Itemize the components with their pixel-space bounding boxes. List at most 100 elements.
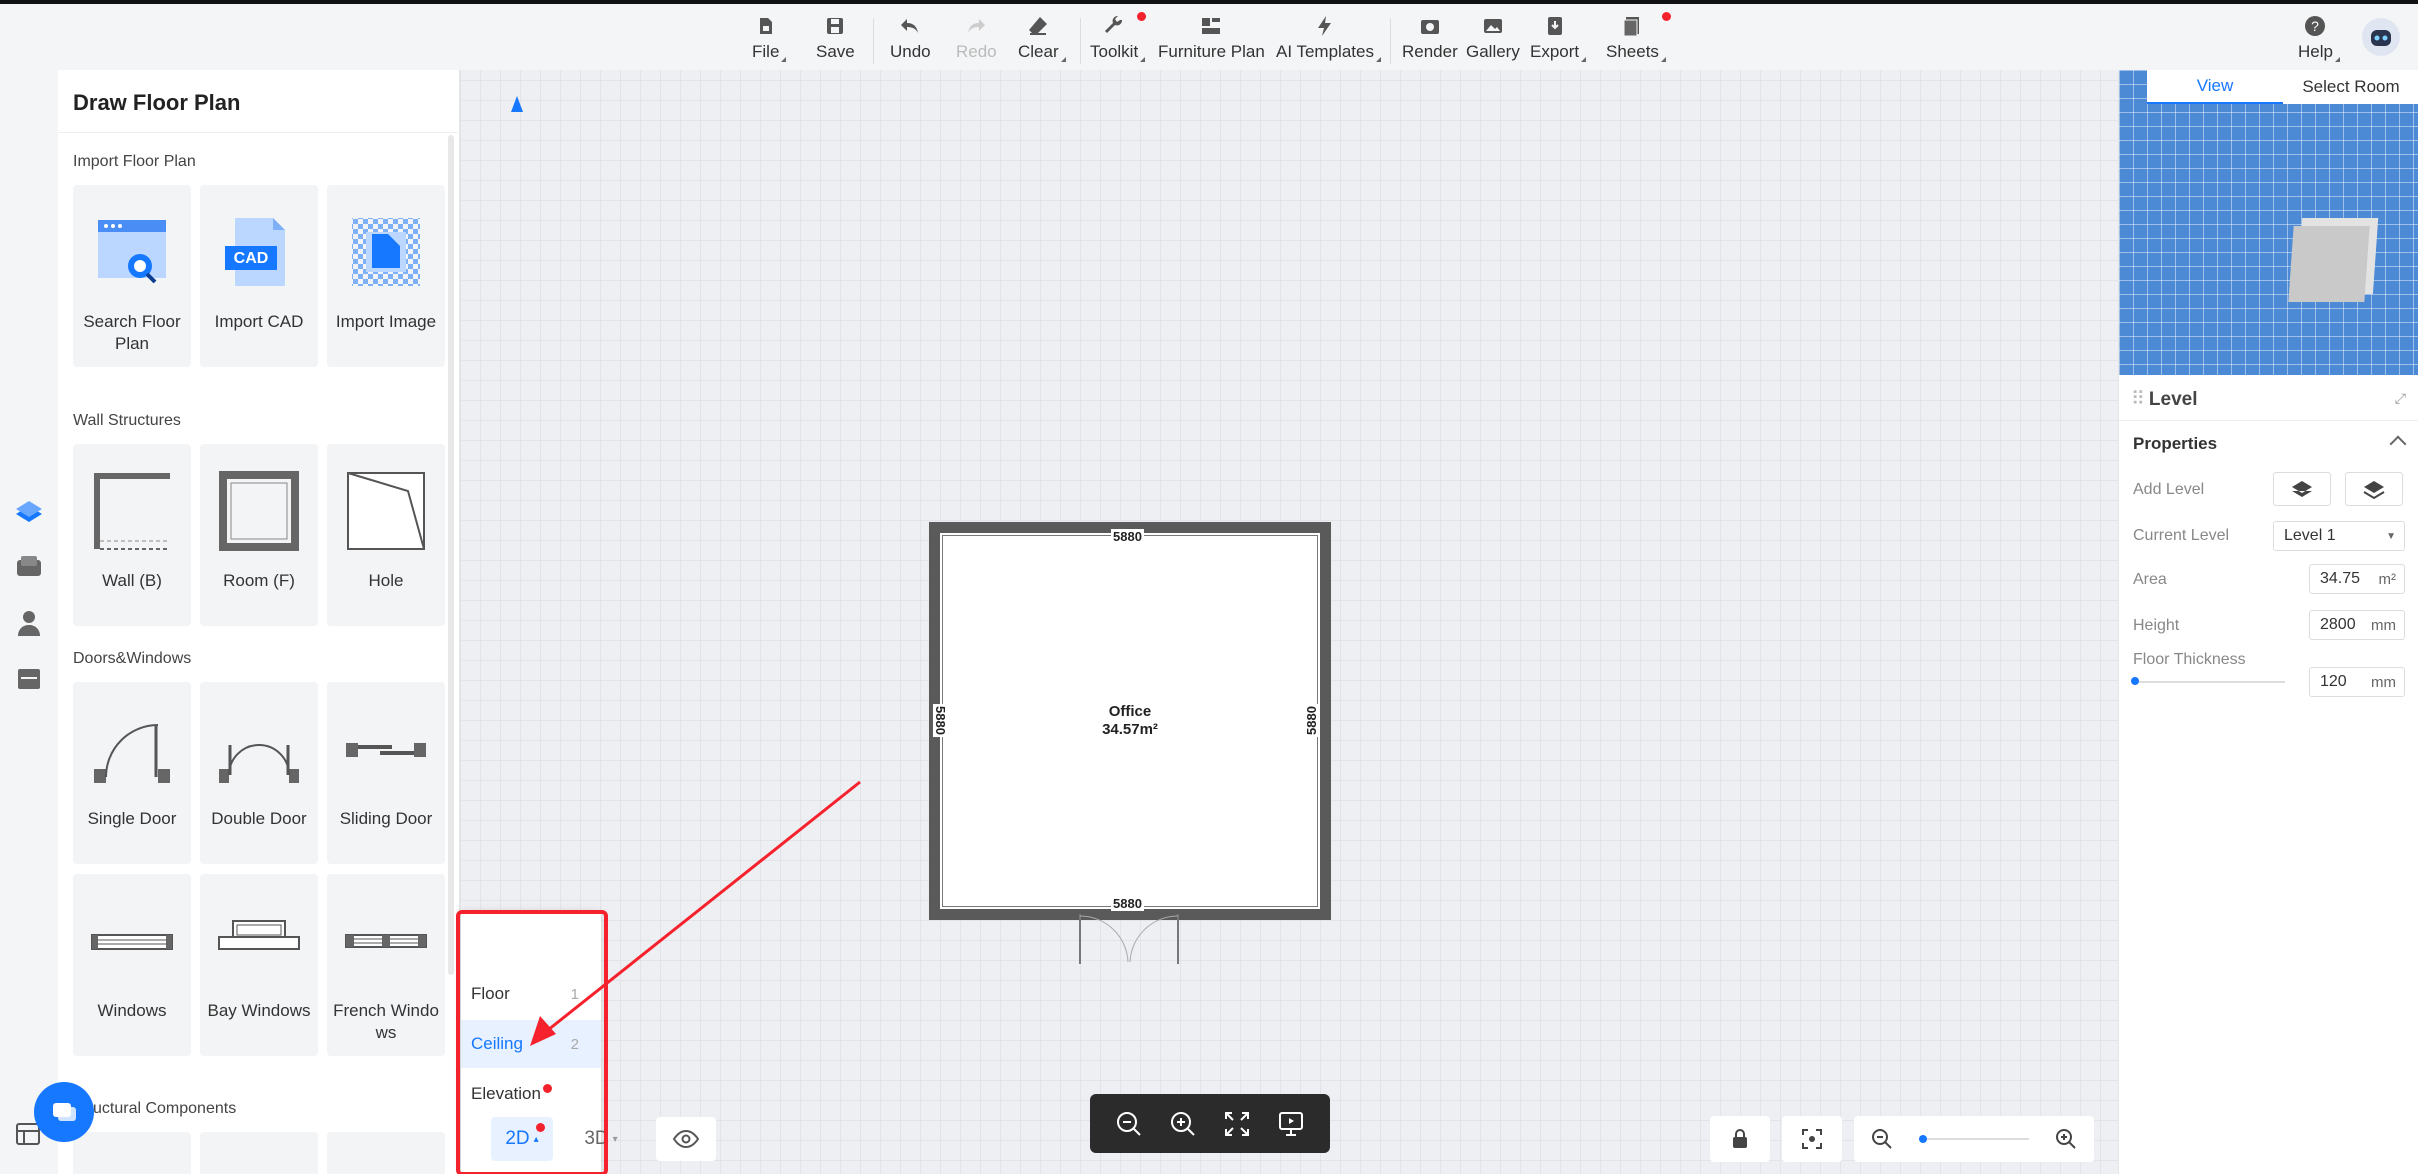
height-value: 2800 xyxy=(2320,616,2356,633)
import-image-card[interactable]: Import Image xyxy=(327,185,445,367)
add-level-above-icon xyxy=(2292,481,2312,497)
save-icon xyxy=(827,18,844,34)
undo-icon xyxy=(901,19,919,33)
view-mode-bar: 2D ▴ 3D ▾ xyxy=(461,1116,716,1162)
popup-item-ceiling[interactable]: Ceiling 2 xyxy=(461,1020,601,1068)
sheets-button[interactable]: Sheets xyxy=(1606,12,1671,62)
save-button[interactable]: Save xyxy=(816,14,855,62)
add-level-below-icon xyxy=(2363,481,2385,500)
hole-card[interactable]: Hole xyxy=(327,444,445,626)
gallery-label: Gallery xyxy=(1466,42,1520,61)
search-floor-plan-card[interactable]: Search Floor Plan xyxy=(73,185,191,367)
robot-avatar-icon xyxy=(2371,30,2391,46)
sliding-door-card[interactable]: Sliding Door xyxy=(327,682,445,864)
zoom-out-small-icon[interactable] xyxy=(1870,1127,1894,1151)
bay-window-icon xyxy=(218,920,300,950)
room-office[interactable]: 5880 5880 5880 5880 Office 34.57m² xyxy=(929,522,1331,920)
expand-icon[interactable]: ⤢ xyxy=(2395,390,2406,407)
tab-select-room[interactable]: Select Room xyxy=(2283,70,2418,104)
floor-thickness-label: Floor Thickness xyxy=(2133,651,2246,668)
render-label: Render xyxy=(1402,42,1458,61)
mode-2d-button[interactable]: 2D ▴ xyxy=(491,1117,553,1161)
chat-bubble-icon xyxy=(53,1103,76,1121)
zoom-slider-handle[interactable] xyxy=(1919,1135,1927,1143)
avatar[interactable] xyxy=(2362,18,2400,56)
toolkit-button[interactable]: Toolkit xyxy=(1090,12,1147,62)
floor-plan-tool-icon[interactable] xyxy=(12,494,46,528)
bay-windows-card[interactable]: Bay Windows xyxy=(200,874,318,1056)
popup-elevation-label: Elevation xyxy=(471,1084,541,1103)
chat-support-button[interactable] xyxy=(34,1082,94,1142)
left-icon-rail xyxy=(0,70,58,1174)
room-card[interactable]: Room (F) xyxy=(200,444,318,626)
zoom-out-icon[interactable] xyxy=(1114,1109,1144,1139)
double-door-card[interactable]: Double Door xyxy=(200,682,318,864)
zoom-in-icon[interactable] xyxy=(1168,1109,1198,1139)
wall-card[interactable]: Wall (B) xyxy=(73,444,191,626)
add-level-below-button[interactable] xyxy=(2345,472,2403,506)
help-button[interactable]: ? Help xyxy=(2298,14,2340,62)
gallery-button[interactable]: Gallery xyxy=(1466,14,1520,62)
undo-button[interactable]: Undo xyxy=(890,14,931,62)
furniture-plan-label: Furniture Plan xyxy=(1158,42,1265,61)
presentation-icon[interactable] xyxy=(1276,1109,1306,1139)
file-icon xyxy=(759,18,772,34)
export-button[interactable]: Export xyxy=(1530,14,1587,62)
zoom-slider[interactable] xyxy=(1919,1135,2029,1143)
slider-handle[interactable] xyxy=(2131,677,2139,685)
bay-windows-label: Bay Windows xyxy=(207,1001,311,1020)
furniture-sofa-icon[interactable] xyxy=(12,550,46,584)
render-button[interactable]: Render xyxy=(1402,14,1458,62)
tab-view[interactable]: View xyxy=(2147,70,2283,104)
clear-button[interactable]: Clear xyxy=(1018,14,1066,62)
current-level-select[interactable]: Level 1 ▼ xyxy=(2273,521,2405,551)
furniture-plan-icon xyxy=(1202,18,1221,34)
single-door-card[interactable]: Single Door xyxy=(73,682,191,864)
person-icon[interactable] xyxy=(12,606,46,640)
redo-button[interactable]: Redo xyxy=(956,14,997,62)
zoom-in-small-icon[interactable] xyxy=(2054,1127,2078,1151)
structural-card-2[interactable] xyxy=(200,1132,318,1174)
furniture-plan-button[interactable]: Furniture Plan xyxy=(1158,14,1265,62)
popup-item-elevation[interactable]: Elevation xyxy=(461,1070,601,1118)
section-structural-components: uctural Components xyxy=(93,1100,237,1117)
floor-thickness-slider[interactable] xyxy=(2131,677,2285,685)
3d-minimap[interactable]: View Select Room xyxy=(2119,70,2418,375)
wrench-icon xyxy=(1105,15,1123,33)
window-icon xyxy=(91,934,173,950)
import-image-icon xyxy=(352,218,420,286)
add-level-above-button[interactable] xyxy=(2273,472,2331,506)
undo-label: Undo xyxy=(890,42,931,61)
properties-section-title: Properties xyxy=(2133,434,2218,453)
collapse-chevron-icon[interactable] xyxy=(2389,435,2407,453)
lightning-icon xyxy=(1317,16,1331,36)
french-windows-card[interactable]: French Windows xyxy=(327,874,445,1056)
floor-thickness-field[interactable]: 120 mm xyxy=(2309,667,2405,697)
lock-button[interactable] xyxy=(1710,1116,1770,1162)
minimap-tabs: View Select Room xyxy=(2147,70,2418,104)
cabinet-icon[interactable] xyxy=(12,662,46,696)
area-field[interactable]: 34.75 m² xyxy=(2309,564,2405,594)
visibility-button[interactable] xyxy=(656,1117,716,1161)
panel-title: Draw Floor Plan xyxy=(73,90,241,115)
panel-scrollbar[interactable] xyxy=(448,135,454,975)
export-icon xyxy=(1547,17,1562,35)
zoom-slider-group xyxy=(1854,1116,2094,1162)
fullscreen-icon[interactable] xyxy=(1222,1109,1252,1139)
room-door-swing[interactable] xyxy=(1078,914,1182,966)
mode-3d-button[interactable]: 3D ▾ xyxy=(571,1117,631,1161)
height-field[interactable]: 2800 mm xyxy=(2309,610,2405,640)
floor-thickness-unit: mm xyxy=(2371,673,2396,691)
file-button[interactable]: File xyxy=(752,14,787,62)
fit-view-button[interactable] xyxy=(1782,1116,1842,1162)
structural-card-3[interactable] xyxy=(327,1132,445,1174)
windows-card[interactable]: Windows xyxy=(73,874,191,1056)
ai-templates-button[interactable]: AI Templates xyxy=(1276,14,1381,62)
popup-item-floor[interactable]: Floor 1 xyxy=(461,970,601,1018)
import-cad-card[interactable]: CAD Import CAD xyxy=(200,185,318,367)
room-icon xyxy=(219,471,299,551)
height-label: Height xyxy=(2133,617,2180,634)
focus-icon xyxy=(1802,1129,1822,1149)
structural-card-1[interactable] xyxy=(73,1132,191,1174)
eye-icon xyxy=(672,1129,700,1149)
